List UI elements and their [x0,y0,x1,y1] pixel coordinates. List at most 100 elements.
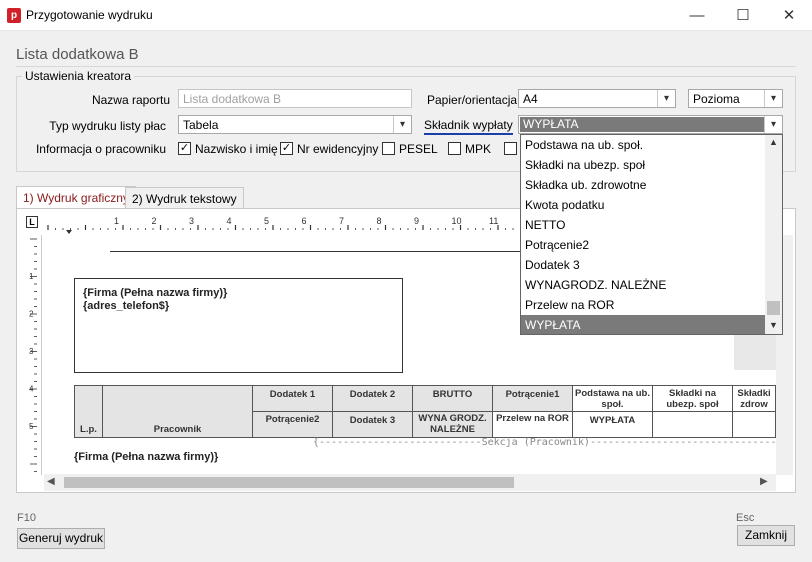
page-title: Lista dodatkowa B [16,46,139,63]
ruler-number: 3 [189,216,194,226]
tab-graphic-print[interactable]: 1) Wydruk graficzny [16,186,136,209]
dropdown-option[interactable]: Kwota podatku [521,195,766,215]
ruler-vertical-ticks: 1 2 3 4 5 [29,238,37,472]
header-cell: Podstawa na ub. społ. [572,385,653,412]
column-employee: Pracownik [102,385,253,438]
firm-name-field: {Firma (Pełna nazwa firmy)} [83,287,228,299]
margin-marker-icon [66,230,72,234]
chevron-down-icon[interactable]: ▾ [393,116,411,133]
orientation-select-value: Pozioma [693,92,740,106]
generate-print-button[interactable]: Generuj wydruk [17,528,105,549]
dropdown-option[interactable]: NETTO [521,215,766,235]
ruler-number: 5 [29,422,34,431]
header-cell [732,411,776,438]
checkbox-surname-label: Nazwisko i imię [195,142,278,156]
paper-label: Papier/orientacja [427,93,518,107]
chevron-down-icon[interactable]: ▼ [769,320,778,330]
print-type-select[interactable]: Tabela [178,115,412,134]
checkbox-record-number-label: Nr ewidencyjny [297,142,379,156]
dropdown-option[interactable]: Podstawa na ub. społ. [521,135,766,155]
tab-text-print[interactable]: 2) Wydruk tekstowy [125,187,244,209]
ruler-number: 4 [227,216,232,226]
checkbox-mpk[interactable] [448,142,461,155]
dropdown-option-selected[interactable]: WYPŁATA [521,315,766,334]
dropdown-option[interactable]: Składka ub. zdrowotne [521,175,766,195]
component-select[interactable]: WYPŁATA [518,115,783,134]
header-cell: Dodatek 2 [332,385,413,412]
ruler-vertical[interactable]: 1 2 3 4 5 [26,235,42,475]
header-cell: WYNA GRODZ. NALEŻNE [412,411,493,438]
ruler-number: 1 [114,216,119,226]
ruler-number: 7 [339,216,344,226]
scroll-left-icon[interactable]: ◀ [47,476,55,487]
component-label: Składnik wypłaty [424,118,513,135]
dropdown-option[interactable]: Dodatek 3 [521,255,766,275]
divider [16,66,796,67]
ruler-number: 10 [452,216,462,226]
chevron-down-icon[interactable]: ▾ [764,116,782,133]
close-window-button[interactable]: ✕ [766,0,812,30]
header-cell: Dodatek 1 [252,385,333,412]
checkbox-pesel-label: PESEL [399,142,438,156]
app-icon: p [7,8,21,23]
ruler-number: 9 [414,216,419,226]
checkbox-surname[interactable]: ✓ [178,142,191,155]
checkbox-mpk-label: MPK [465,142,492,156]
chevron-down-icon[interactable]: ▾ [764,90,782,107]
ruler-number: 1 [29,272,34,281]
firm-header-box[interactable]: {Firma (Pełna nazwa firmy)} {adres_telef… [74,278,403,373]
footer-firm-field[interactable]: {Firma (Pełna nazwa firmy)} [74,451,218,463]
header-cell: WYPŁATA [572,411,653,438]
header-cell: BRUTTO [412,385,493,412]
header-cell: Dodatek 3 [332,411,413,438]
paper-select-value: A4 [523,92,538,106]
settings-group-title: Ustawienia kreatora [22,69,135,83]
employee-info-label: Informacja o pracowniku [35,142,166,156]
header-cell: Składki na ubezp. społ [652,385,733,412]
chevron-up-icon[interactable]: ▲ [769,137,778,147]
maximize-button[interactable]: ☐ [720,0,766,30]
ruler-number: 5 [264,216,269,226]
component-select-value: WYPŁATA [520,117,764,132]
dropdown-option[interactable]: WYNAGRODZ. NALEŻNE [521,275,766,295]
ruler-number: 2 [152,216,157,226]
checkbox-pesel[interactable] [382,142,395,155]
tab-stop-corner[interactable]: L [26,216,38,228]
ruler-number: 11 [489,216,498,226]
report-name-label: Nazwa raportu [91,93,170,107]
minimize-button[interactable]: — [674,0,720,30]
ruler-number: 6 [302,216,307,226]
checkbox-record-number[interactable]: ✓ [280,142,293,155]
dropdown-option[interactable]: Potrącenie2 [521,235,766,255]
scrollbar-thumb[interactable] [64,477,514,488]
chevron-down-icon[interactable]: ▾ [657,90,675,107]
generate-hotkey-hint: F10 [17,512,36,524]
checkbox-extra[interactable] [504,142,517,155]
header-cell [652,411,733,438]
address-phone-field: {adres_telefon$} [83,300,170,312]
section-employee-marker: {---------------------------Sekcja (Prac… [313,437,776,448]
header-cell: Potrącenie2 [252,411,333,438]
ruler-number: 4 [29,385,34,394]
ruler-number: 8 [377,216,382,226]
dropdown-scroll-thumb[interactable] [767,301,780,315]
header-cell: Potrącenie1 [492,385,573,412]
print-type-label: Typ wydruku listy płac [49,119,166,133]
component-dropdown-list[interactable]: Podstawa na ub. społ. Składki na ubezp. … [520,134,783,335]
ruler-number: 3 [29,347,34,356]
header-cell: Składki zdrow [732,385,776,412]
scroll-right-icon[interactable]: ▶ [760,476,768,487]
close-button[interactable]: Zamknij [737,525,795,546]
dropdown-option[interactable]: Składki na ubezp. społ [521,155,766,175]
column-lp: L.p. [74,385,103,438]
dropdown-option[interactable]: Przelew na ROR [521,295,766,315]
window-title: Przygotowanie wydruku [26,8,153,22]
paper-select[interactable]: A4 [518,89,676,108]
horizontal-scrollbar[interactable]: ◀ ▶ [44,474,776,491]
close-hotkey-hint: Esc [736,512,755,524]
print-type-select-value: Tabela [183,118,219,132]
header-cell: Przelew na ROR [492,411,573,438]
ruler-number: 2 [29,310,34,319]
dropdown-scrollbar[interactable]: ▲ ▼ [765,135,782,334]
report-name-input[interactable]: Lista dodatkowa B [178,89,412,108]
